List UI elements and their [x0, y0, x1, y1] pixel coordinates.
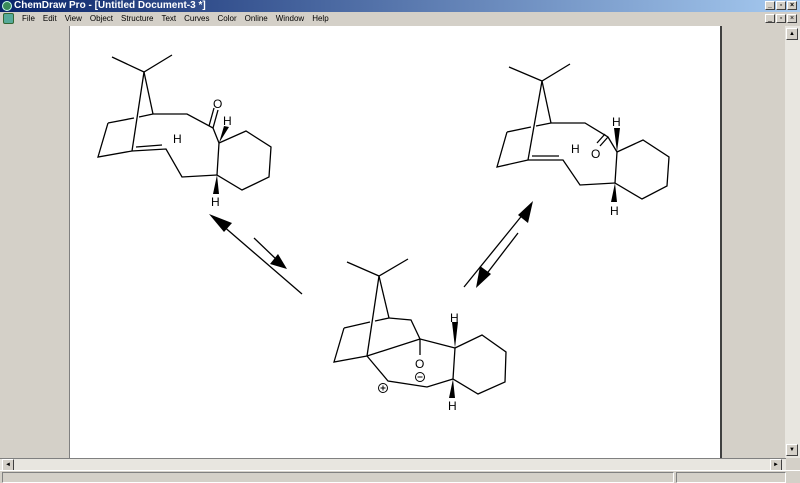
atom-hydrogen: H: [571, 142, 580, 156]
atom-hydrogen: H: [450, 311, 459, 325]
atom-hydrogen: H: [173, 132, 182, 146]
arrowhead-icon: [518, 201, 533, 223]
atom-oxygen: O: [415, 357, 424, 371]
atom-hydrogen: H: [612, 115, 621, 129]
equilibrium-arrow-left[interactable]: [209, 214, 303, 295]
atom-hydrogen: H: [610, 204, 619, 218]
molecule-ketone-right[interactable]: O H H H: [496, 63, 670, 218]
arrowhead-icon: [209, 214, 232, 232]
atom-oxygen: O: [591, 147, 600, 161]
atom-hydrogen: H: [448, 399, 457, 413]
molecule-ketone-left[interactable]: O H H H: [97, 54, 272, 209]
atom-hydrogen: H: [211, 195, 220, 209]
equilibrium-arrow-right[interactable]: [463, 201, 533, 288]
atom-hydrogen: H: [223, 114, 232, 128]
atom-oxygen: O: [213, 97, 222, 111]
reaction-scheme: O H H H O H H H O H H: [97, 54, 670, 413]
